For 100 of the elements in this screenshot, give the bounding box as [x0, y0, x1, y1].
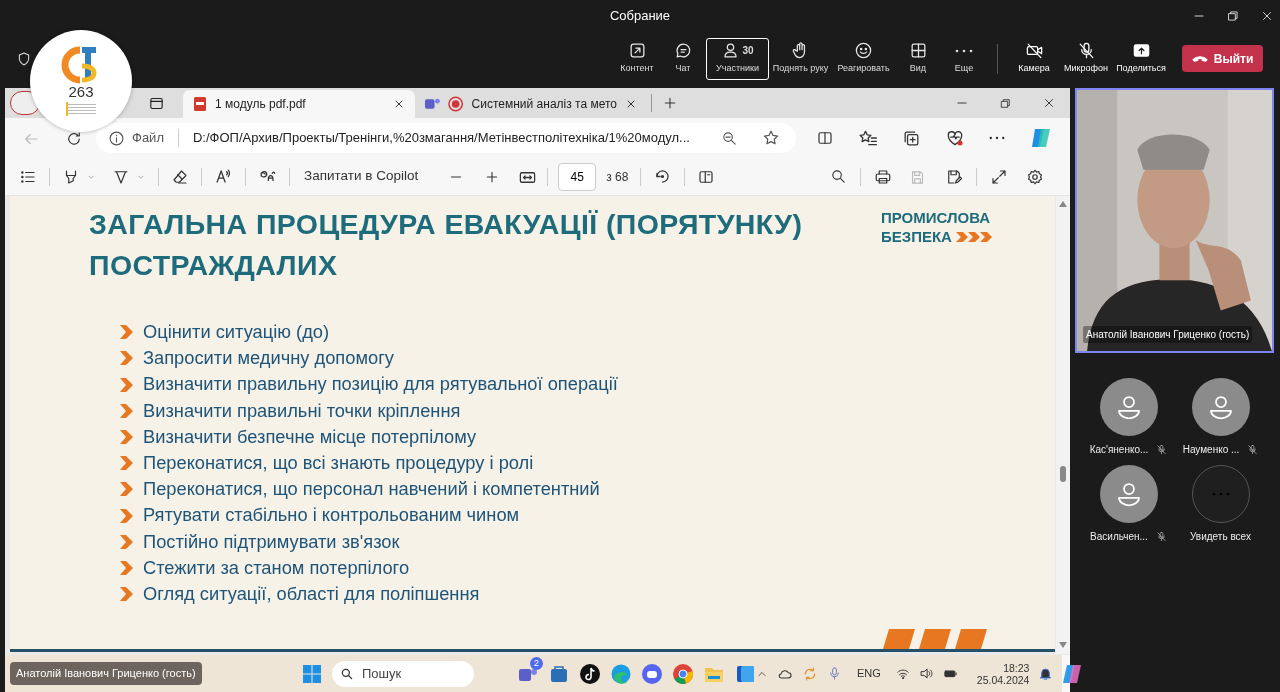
read-aloud-icon[interactable] [214, 167, 233, 186]
bullet-icon [120, 560, 133, 575]
toolbar-button[interactable]: Поделиться [1112, 37, 1170, 80]
favorites-icon[interactable] [858, 128, 878, 148]
browser-tab[interactable]: Системний аналіз та мето [415, 90, 647, 118]
bullet-text: Постійно підтримувати зв'язок [143, 529, 400, 554]
copilot-button[interactable]: Запитати в Copilot [304, 166, 419, 187]
close-icon[interactable] [1042, 96, 1056, 110]
windows-icon[interactable] [301, 662, 323, 685]
toolbar-button[interactable]: Микрофон [1060, 37, 1112, 80]
scroll-down-icon[interactable] [1059, 642, 1067, 648]
bullet-text: Рятувати стабільно і контрольованим чином [143, 503, 520, 528]
split-screen-icon[interactable] [816, 129, 834, 147]
bullet-icon [120, 482, 133, 497]
page-count: з 68 [606, 168, 629, 186]
scrollbar[interactable] [1056, 196, 1070, 654]
logo: 263 [30, 30, 132, 132]
bullet-icon [120, 325, 133, 340]
avatar[interactable] [1099, 378, 1158, 436]
react-icon [854, 41, 873, 61]
star-icon[interactable] [762, 129, 780, 147]
participant-name: Науменко ... [1182, 443, 1240, 457]
microphone-icon[interactable] [827, 666, 842, 681]
bullet-icon [120, 377, 133, 392]
pdf-icon [193, 96, 207, 112]
fullscreen-icon[interactable] [990, 167, 1008, 186]
more-icon[interactable] [989, 136, 1005, 140]
new-tab-icon[interactable] [662, 95, 678, 111]
bullet-text: Оцінити ситуацію (до) [143, 320, 330, 344]
search-icon [340, 666, 354, 681]
bullet-text: Визначити правильні точки кріплення [143, 398, 461, 423]
bullet-text: Визначити безпечне місце потерпілому [143, 424, 477, 449]
toolbar-button[interactable]: 30 Участники [706, 37, 769, 80]
chevrons-icon [955, 230, 992, 243]
toolbar-button[interactable]: Контент [614, 37, 660, 80]
toolbar-button[interactable]: Чат [660, 37, 706, 80]
bullet-icon [120, 429, 133, 444]
page-number-field[interactable]: 45 [558, 162, 597, 191]
print-icon[interactable] [874, 167, 892, 186]
tiktok-icon[interactable] [579, 662, 601, 685]
close-icon [393, 98, 405, 110]
avatar[interactable] [1191, 378, 1250, 436]
bullet-icon [120, 508, 133, 523]
heart-icon[interactable] [945, 128, 965, 148]
slide-title: ЗАГАЛЬНА ПРОЦЕДУРА ЕВАКУАЦІЇ (ПОРЯТУНКУ) [89, 207, 803, 242]
bullet-icon [120, 351, 133, 366]
participant-name: Кас'яненко... [1089, 443, 1149, 457]
toolbar-button[interactable]: Камера [1008, 37, 1060, 80]
clock-time[interactable]: 18:23 [1003, 661, 1030, 674]
save-as-icon[interactable] [945, 168, 963, 187]
scroll-thumb[interactable] [1060, 466, 1066, 482]
bullet-text: Стежити за станом потерпілого [143, 555, 410, 580]
slide-title: ПОСТРАЖДАЛИХ [89, 248, 338, 283]
bullet-icon [120, 534, 133, 549]
speaker-name-label: Анатолій Іванович Гриценко (гость) [10, 662, 202, 685]
brand-name: БЕЗПЕКА [881, 227, 952, 246]
camera-off-icon [1024, 41, 1044, 61]
toolbar-button[interactable]: Поднять руку [769, 37, 832, 80]
clock-date[interactable]: 25.04.2024 [976, 673, 1030, 686]
search-field[interactable]: Пошук [332, 660, 474, 687]
toolbar-button[interactable]: Реагировать [832, 37, 895, 80]
close-icon [625, 98, 637, 110]
bell-icon[interactable] [1038, 666, 1054, 681]
scroll-up-icon[interactable] [1059, 201, 1067, 207]
toolbar-button[interactable]: Еще [941, 37, 987, 80]
language-indicator[interactable]: ENG [857, 665, 881, 682]
zoom-out-icon[interactable] [721, 129, 738, 147]
more-icon [955, 48, 973, 53]
teams-icon [425, 97, 441, 111]
chat-app-icon[interactable] [641, 662, 663, 685]
refresh-icon[interactable] [65, 129, 83, 148]
chrome-icon[interactable] [672, 662, 694, 685]
browser-tab[interactable]: 1 модуль pdf.pdf [183, 90, 415, 118]
bullet-text: Переконатися, що персонал навчений і компетентний [143, 477, 600, 502]
participant-name: Васильчен... [1090, 530, 1148, 544]
volume-icon[interactable] [918, 666, 934, 681]
settings-icon[interactable] [1026, 168, 1044, 187]
hang-up-icon [1191, 55, 1208, 62]
file-label: Файл [132, 129, 164, 148]
bullet-icon [120, 587, 133, 602]
close-icon[interactable] [1260, 9, 1274, 23]
brand-name: ПРОМИСЛОВА [881, 208, 991, 227]
bullet-text: Визначити правильну позицію для рятувальної операції [143, 372, 618, 397]
toolbar-button[interactable]: Вид [895, 37, 941, 80]
notification-badge: 2 [530, 656, 543, 670]
window-title: Собрание [609, 7, 671, 26]
see-all-label: Увидеть всех [1190, 530, 1251, 544]
bullet-icon [120, 456, 133, 471]
bullet-icon [120, 403, 133, 418]
eraser-icon[interactable] [171, 167, 189, 186]
participant-name: Анатолій Іванович Гриценко (гость) [1083, 326, 1253, 343]
search-icon[interactable] [830, 168, 847, 185]
avatar[interactable] [1099, 465, 1158, 523]
restore-icon[interactable] [1226, 9, 1240, 23]
info-icon[interactable] [108, 129, 125, 147]
leave-button[interactable]: Выйти [1182, 45, 1263, 72]
restore-icon[interactable] [999, 96, 1012, 110]
bullet-text: Огляд ситуації, області для поліпшення [143, 582, 480, 607]
bullet-text: Переконатися, що всі знають процедуру і ролі [143, 451, 534, 475]
address-field[interactable]: D:/ФОП/Архив/Проекты/Тренінги,%20змагання/Метінвестполітехніка/1%20модул... [192, 128, 690, 148]
